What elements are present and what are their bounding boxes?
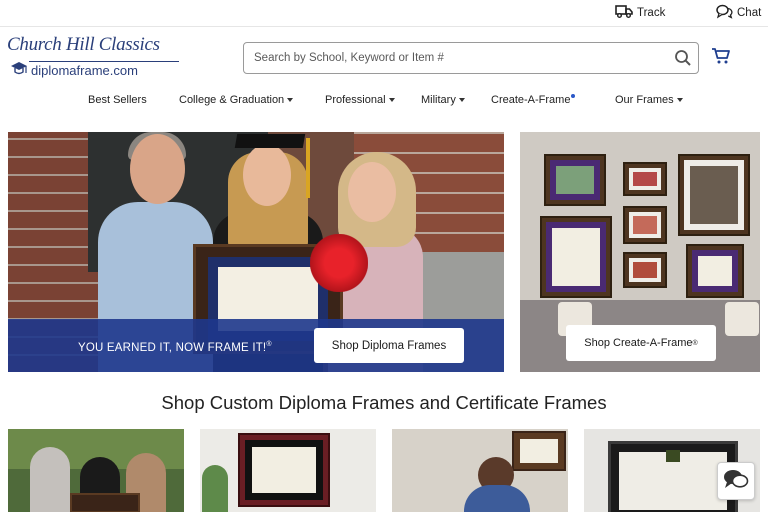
hero-tagline: YOU EARNED IT, NOW FRAME IT!® [78,341,272,354]
shop-create-a-frame-button[interactable]: Shop Create-A-Frame ® [566,325,716,361]
hero-image-frame [623,206,667,244]
chat-fab-icon [723,468,749,495]
hero-image-frame [540,216,612,298]
nav-create-a-frame[interactable]: Create-A-Frame [491,94,576,106]
main-nav: Best Sellers College & Graduation Profes… [0,88,768,114]
nav-label: Military [421,94,456,106]
chat-label: Chat [737,7,762,19]
hero-image-frame [686,244,744,298]
nav-our-frames[interactable]: Our Frames [615,94,683,106]
track-label: Track [637,6,666,19]
chevron-down-icon [287,98,294,102]
nav-label: Professional [325,94,386,106]
chevron-down-icon [676,98,683,102]
chevron-down-icon [388,98,395,102]
nav-label: College & Graduation [179,94,285,106]
truck-icon [615,4,637,21]
logo-wordmark: Church Hill Classics [7,34,160,55]
category-tile-graduation[interactable] [8,429,184,512]
graduation-cap-icon [9,59,29,84]
hero-image-pillow [725,302,759,336]
hero-image-frame [623,162,667,196]
search-input[interactable]: Search by School, Keyword or Item # [244,52,668,64]
hero-image-red-bow [310,234,368,292]
nav-best-sellers[interactable]: Best Sellers [88,94,147,106]
track-order-link[interactable]: Track [615,4,665,21]
registered-mark-icon [571,94,576,98]
chat-link[interactable]: Chat [716,4,761,22]
chat-widget-button[interactable] [717,462,755,500]
nav-military[interactable]: Military [421,94,465,106]
hero-image-mother-head [348,162,396,222]
nav-label: Create-A-Frame [491,94,571,106]
brand-logo[interactable]: Church Hill Classics diplomaframe.com [7,34,182,84]
nav-college-graduation[interactable]: College & Graduation [179,94,294,106]
utility-bar: Track Chat [0,0,768,27]
category-tile-professional[interactable] [392,429,568,512]
search-icon[interactable] [668,49,698,67]
section-title: Shop Custom Diploma Frames and Certifica… [161,392,607,413]
hero-image-frame [623,252,667,288]
hero-image-graduate-head [243,144,291,206]
hero-image-frame [678,154,750,236]
search-bar[interactable]: Search by School, Keyword or Item # [243,42,699,74]
nav-label: Best Sellers [88,94,147,106]
nav-label: Our Frames [615,94,674,106]
logo-divider [29,61,179,62]
hero-image-tassel [306,138,310,198]
category-tile-diploma[interactable] [200,429,376,512]
logo-domain: diplomaframe.com [31,63,138,78]
chat-bubbles-icon [716,4,737,22]
site-header: Church Hill Classics diplomaframe.com Se… [0,28,768,86]
hero-image-frame [544,154,606,206]
hero-image-grad-cap [234,134,306,148]
cart-icon[interactable] [711,47,731,70]
hero-image-father-head [130,134,185,204]
chevron-down-icon [458,98,465,102]
hero-banner-create-a-frame[interactable]: Shop Create-A-Frame ® [520,132,760,372]
shop-diploma-frames-button[interactable]: Shop Diploma Frames [314,328,464,363]
nav-professional[interactable]: Professional [325,94,395,106]
hero-banner-diploma[interactable]: YOU EARNED IT, NOW FRAME IT!® Shop Diplo… [8,132,504,372]
